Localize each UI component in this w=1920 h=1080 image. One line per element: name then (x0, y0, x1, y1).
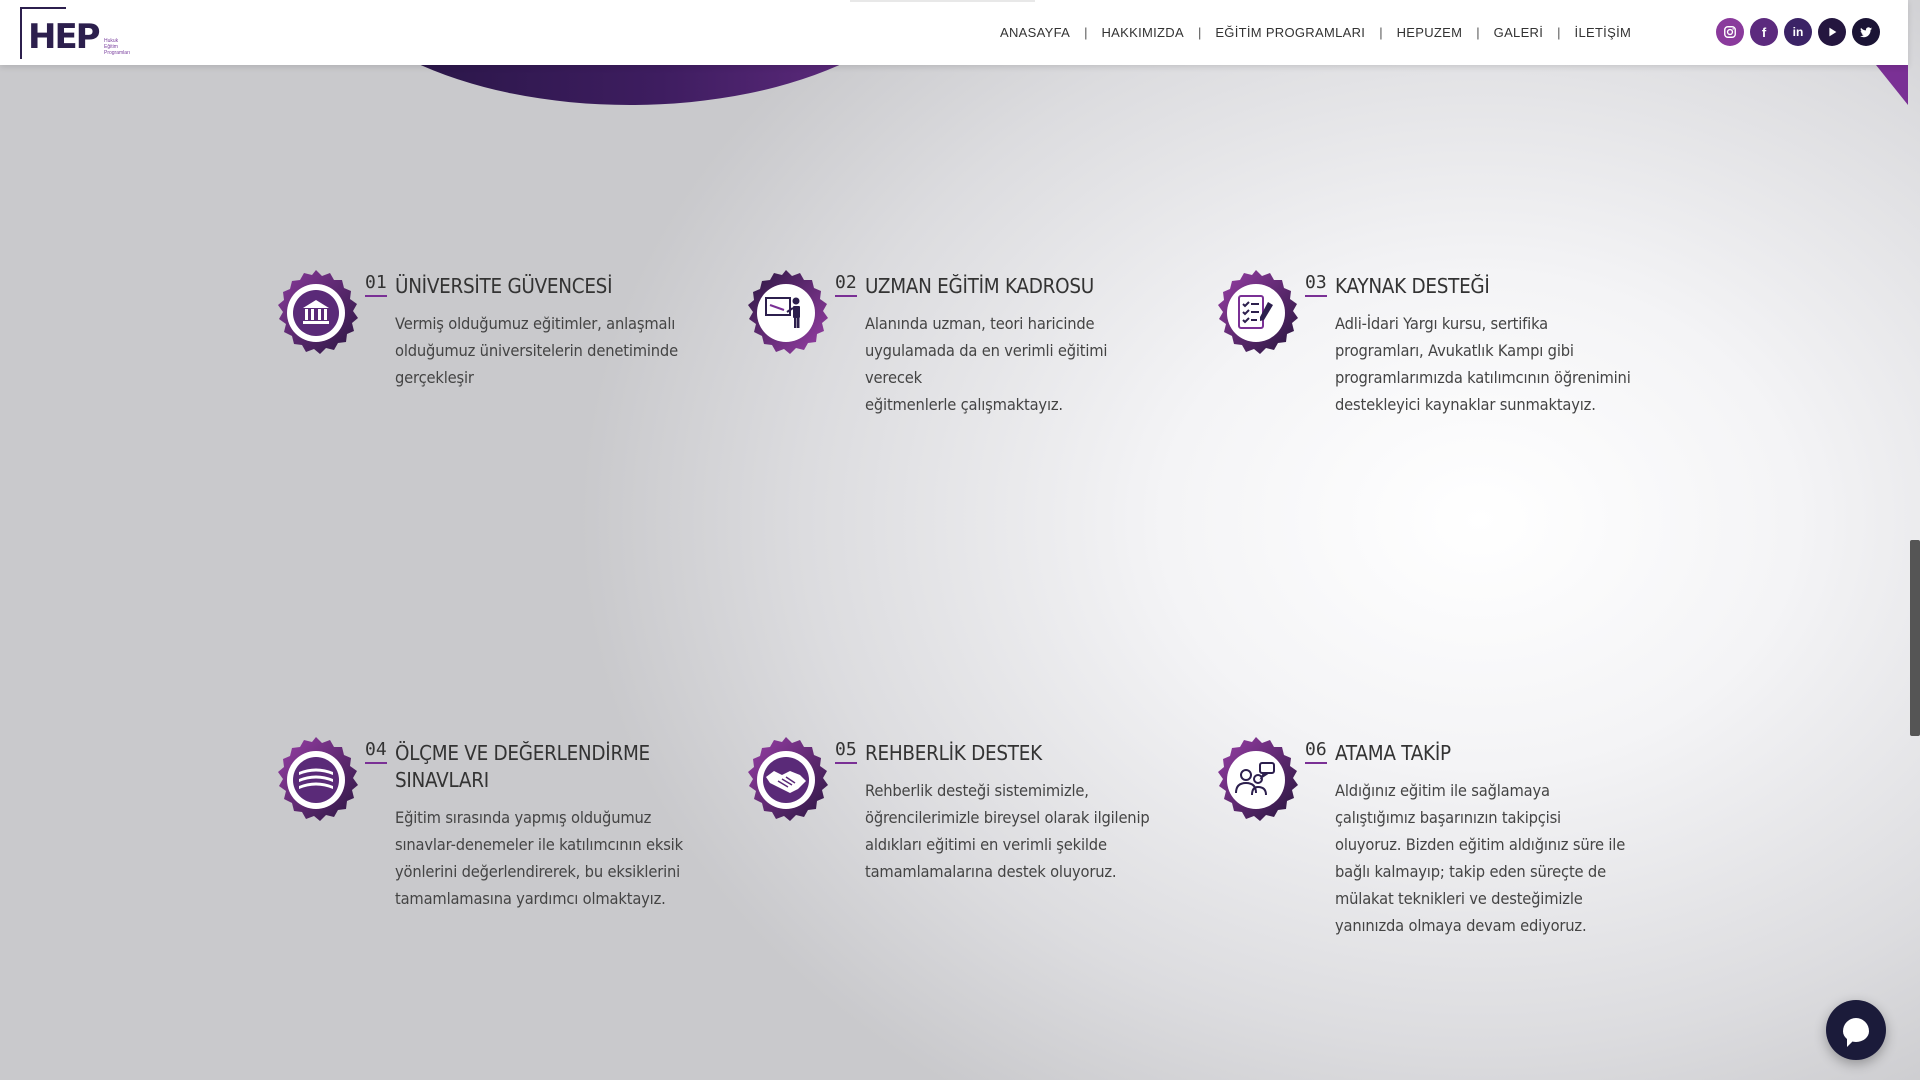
feature-description: Adli-İdari Yargı kursu, sertifika progra… (1335, 310, 1639, 418)
desc-line: Vermiş olduğumuz eğitimler, anlaşmalı (395, 314, 676, 333)
logo-subtitle: Hukuk Eğitim Programları (104, 38, 130, 56)
desc-line: yanınızda olmaya devam ediyoruz. (1335, 916, 1587, 935)
feature-appointment-tracking: 06 ATAMA TAKİP Aldığınız eğitim ile sağl… (1212, 737, 1652, 997)
logo-sub-line: Programları (104, 50, 131, 56)
desc-line: olduğumuz üniversitelerin denetiminde (395, 341, 678, 360)
desc-line: Aldığınız eğitim ile sağlamaya (1335, 781, 1550, 800)
desc-line: sınavlar-denemeler ile katılımcının eksi… (395, 835, 683, 854)
feature-number: 06 (1305, 739, 1327, 764)
feature-description: Aldığınız eğitim ile sağlamaya çalıştığı… (1335, 777, 1639, 939)
books-icon (272, 737, 360, 825)
nav-separator: | (1557, 25, 1561, 40)
feature-title: KAYNAK DESTEĞİ (1335, 274, 1490, 298)
feature-title: ÖLÇME VE DEĞERLENDİRME SINAVLARI (395, 740, 671, 794)
desc-line: tamamlamalarına destek oluyoruz. (865, 862, 1117, 881)
handshake-icon (742, 737, 830, 825)
feature-title: UZMAN EĞİTİM KADROSU (865, 274, 1094, 298)
desc-line: çalıştığımız başarınızın takipçisi (1335, 808, 1561, 827)
nav-gallery[interactable]: GALERİ (1494, 25, 1543, 40)
main-nav: ANASAYFA | HAKKIMIZDA | EĞİTİM PROGRAMLA… (1000, 0, 1631, 65)
facebook-glyph: f (1761, 24, 1767, 40)
feature-description: Rehberlik desteği sistemimizle, öğrencil… (865, 777, 1169, 885)
desc-line: gerçekleşir (395, 368, 474, 387)
feature-number: 05 (835, 739, 857, 764)
desc-line: eğitmenlerle çalışmaktayız. (865, 395, 1063, 414)
linkedin-glyph: in (1792, 25, 1804, 39)
desc-line: uygulamada da en verimli eğitimi verecek (865, 341, 1108, 387)
feature-resource-support: 03 KAYNAK DESTEĞİ Adli-İdari Yargı kursu… (1212, 270, 1652, 530)
desc-line: Rehberlik desteği sistemimizle, (865, 781, 1089, 800)
chat-widget-button[interactable] (1826, 1000, 1886, 1060)
nav-separator: | (1197, 25, 1202, 40)
twitter-icon[interactable] (1852, 18, 1880, 46)
nav-separator: | (1084, 25, 1088, 40)
feature-title: ATAMA TAKİP (1335, 741, 1451, 765)
social-links: f in (1716, 18, 1880, 46)
people-chat-icon (1212, 737, 1300, 825)
feature-description: Eğitim sırasında yapmış olduğumuz sınavl… (395, 804, 699, 912)
feature-guidance-support: 05 REHBERLİK DESTEK Rehberlik desteği si… (742, 737, 1182, 997)
feature-description: Vermiş olduğumuz eğitimler, anlaşmalı ol… (395, 310, 699, 391)
desc-line: Eğitim sırasında yapmış olduğumuz (395, 808, 652, 827)
university-icon (272, 270, 360, 358)
nav-about[interactable]: HAKKIMIZDA (1101, 25, 1183, 40)
feature-expert-staff: 02 UZMAN EĞİTİM KADROSU Alanında uzman, … (742, 270, 1182, 530)
logo-text: HEP (28, 17, 101, 57)
title-line: ÖLÇME VE DEĞERLENDİRME (395, 741, 650, 765)
teacher-icon (742, 270, 830, 358)
feature-number: 03 (1305, 272, 1327, 297)
feature-title: ÜNİVERSİTE GÜVENCESİ (395, 274, 613, 298)
nav-hepuzem[interactable]: HEPUZEM (1397, 25, 1463, 40)
title-line: SINAVLARI (395, 768, 489, 792)
desc-line: Alanında uzman, teori haricinde (865, 314, 1095, 333)
desc-line: yönlerini değerlendirerek, bu eksiklerin… (395, 862, 681, 881)
checklist-icon (1212, 270, 1300, 358)
desc-line: mülakat teknikleri ve desteğimizle (1335, 889, 1583, 908)
desc-line: oluyoruz. Bizden eğitim aldığınız süre i… (1335, 835, 1626, 854)
nav-home[interactable]: ANASAYFA (1000, 25, 1070, 40)
linkedin-icon[interactable]: in (1784, 18, 1812, 46)
feature-assessment-exams: 04 ÖLÇME VE DEĞERLENDİRME SINAVLARI Eğit… (272, 737, 712, 997)
desc-line: programları, Avukatlık Kampı gibi (1335, 341, 1574, 360)
chat-icon (1843, 1018, 1869, 1047)
desc-line: aldıkları eğitimi en verimli şekilde (865, 835, 1107, 854)
nav-contact[interactable]: İLETİŞİM (1575, 25, 1632, 40)
nav-separator: | (1379, 25, 1383, 40)
desc-line: bağlı kalmayıp; takip eden süreçte de (1335, 862, 1606, 881)
feature-description: Alanında uzman, teori haricinde uygulama… (865, 310, 1169, 418)
instagram-icon[interactable] (1716, 18, 1744, 46)
nav-separator: | (1476, 25, 1480, 40)
feature-number: 01 (365, 272, 387, 297)
site-header: HEP Hukuk Eğitim Programları ANASAYFA | … (0, 0, 1908, 65)
desc-line: tamamlamasına yardımcı olmaktayız. (395, 889, 666, 908)
scrollbar-thumb[interactable] (1910, 540, 1920, 736)
nav-programs[interactable]: EĞİTİM PROGRAMLARI (1215, 25, 1365, 40)
facebook-icon[interactable]: f (1750, 18, 1778, 46)
desc-line: öğrencilerimizle bireysel olarak ilgilen… (865, 808, 1150, 827)
feature-number: 04 (365, 739, 387, 764)
feature-title: REHBERLİK DESTEK (865, 741, 1042, 765)
corner-decoration (1876, 65, 1908, 105)
desc-line: Adli-İdari Yargı kursu, sertifika (1335, 314, 1549, 333)
desc-line: programlarımızda katılımcının öğrenimini (1335, 368, 1631, 387)
feature-university: 01 ÜNİVERSİTE GÜVENCESİ Vermiş olduğumuz… (272, 270, 712, 530)
desc-line: destekleyici kaynaklar sunmaktayız. (1335, 395, 1596, 414)
youtube-icon[interactable] (1818, 18, 1846, 46)
site-logo[interactable]: HEP Hukuk Eğitim Programları (18, 6, 138, 62)
feature-number: 02 (835, 272, 857, 297)
